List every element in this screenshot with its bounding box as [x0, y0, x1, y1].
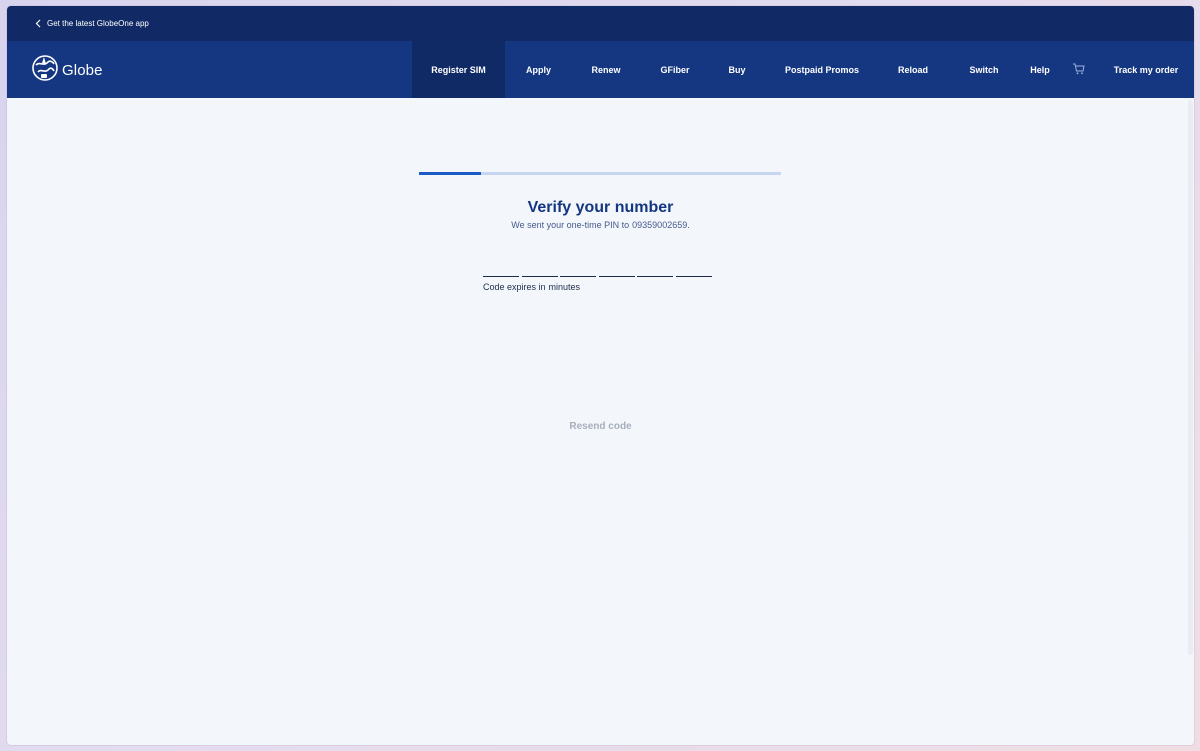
brand-name: Globe — [62, 62, 103, 79]
pin-sent-message: We sent your one-time PIN to 09359002659. — [7, 220, 1194, 230]
verify-page: Verify your number We sent your one-time… — [7, 98, 1194, 745]
nav-item-postpaid-promos[interactable]: Postpaid Promos — [764, 41, 880, 98]
pin-digit-1[interactable] — [483, 256, 519, 277]
pin-digit-3[interactable] — [560, 256, 597, 277]
nav-item-apply[interactable]: Apply — [505, 41, 572, 98]
expires-unit: minutes — [548, 282, 581, 292]
pin-sent-text: We sent your one-time PIN to — [511, 220, 630, 230]
main-navigation: Globe Register SIM Apply Renew GFiber Bu… — [7, 41, 1194, 98]
browser-window: Get the latest GlobeOne app Globe Regist… — [7, 6, 1194, 745]
globe-logo[interactable]: Globe — [32, 55, 103, 86]
pin-digit-2[interactable] — [521, 256, 558, 277]
expires-label: Code expires in — [483, 282, 546, 292]
pin-digit-4[interactable] — [598, 256, 635, 277]
page-title: Verify your number — [527, 199, 674, 216]
nav-item-buy[interactable]: Buy — [710, 41, 764, 98]
nav-item-register-sim[interactable]: Register SIM — [412, 41, 505, 98]
cart-button[interactable] — [1058, 41, 1098, 98]
cart-icon — [1072, 63, 1085, 77]
progress-bar-fill — [419, 172, 481, 175]
progress-bar — [419, 172, 781, 175]
page-scrollbar[interactable] — [1188, 100, 1193, 655]
pin-input-group — [483, 256, 715, 277]
globe-logo-icon — [32, 55, 58, 86]
pin-digit-6[interactable] — [675, 256, 712, 277]
nav-item-renew[interactable]: Renew — [572, 41, 640, 98]
nav-item-reload[interactable]: Reload — [880, 41, 946, 98]
nav-item-help[interactable]: Help — [1022, 41, 1058, 98]
nav-item-switch[interactable]: Switch — [946, 41, 1022, 98]
track-order-link[interactable]: Track my order — [1098, 41, 1194, 98]
nav-menu: Register SIM Apply Renew GFiber Buy Post… — [412, 41, 1194, 98]
resend-code-button[interactable]: Resend code — [7, 421, 1194, 432]
app-promo-bar: Get the latest GlobeOne app — [7, 6, 1194, 41]
pin-digit-5[interactable] — [637, 256, 674, 277]
code-expiry-notice: Code expires in minutes — [483, 282, 580, 292]
phone-number: 09359002659. — [632, 220, 690, 230]
nav-item-gfiber[interactable]: GFiber — [640, 41, 710, 98]
chevron-left-icon[interactable] — [35, 18, 44, 30]
globeone-app-link[interactable]: Get the latest GlobeOne app — [47, 19, 149, 28]
